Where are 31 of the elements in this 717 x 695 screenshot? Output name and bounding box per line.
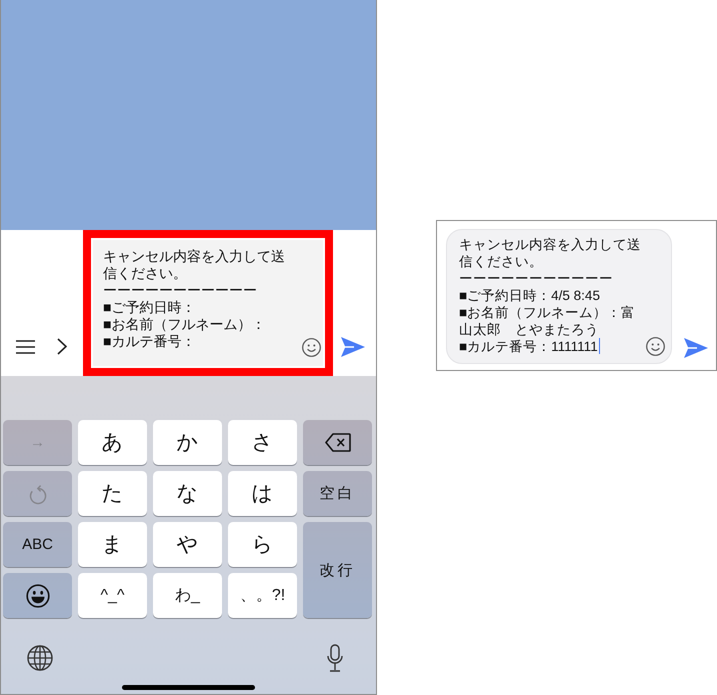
message-field[interactable]: キャンセル内容を入力して送信ください。 ーーーーーーーーーーー ■ご予約日時：4/5 8:45 ■お名前（フルネーム）：富山太郎 とやまたろう ■カルテ番号：1111111 bbox=[446, 229, 672, 364]
keyboard-key[interactable]: さ bbox=[228, 420, 297, 465]
menu-icon[interactable] bbox=[16, 340, 35, 354]
backspace-icon bbox=[324, 433, 350, 452]
home-indicator-icon bbox=[122, 685, 255, 690]
keyboard-key[interactable]: か bbox=[153, 420, 222, 465]
keyboard-key[interactable]: な bbox=[153, 471, 222, 516]
keyboard-key[interactable]: あ bbox=[78, 420, 147, 465]
keyboard-key[interactable]: わ_ bbox=[153, 573, 222, 618]
keyboard-key[interactable]: や bbox=[153, 522, 222, 567]
send-icon[interactable] bbox=[341, 337, 365, 357]
globe-icon[interactable] bbox=[27, 645, 53, 671]
smiley-icon[interactable] bbox=[646, 337, 665, 356]
smiley-icon[interactable] bbox=[302, 338, 321, 357]
message-field[interactable]: キャンセル内容を入力して送信ください。 ーーーーーーーーーーー ■ご予約日時： ■お名前（フルネーム）： ■カルテ番号： bbox=[93, 240, 323, 366]
keyboard-key[interactable]: 、。?! bbox=[228, 573, 297, 618]
keyboard-key[interactable] bbox=[303, 420, 372, 465]
send-icon[interactable] bbox=[684, 338, 708, 358]
keyboard-key[interactable]: 改行 bbox=[303, 522, 372, 618]
keyboard-key[interactable] bbox=[3, 573, 72, 618]
smiley-icon bbox=[26, 584, 50, 608]
undo-icon bbox=[28, 482, 48, 504]
microphone-icon[interactable] bbox=[327, 644, 343, 672]
keyboard-key[interactable]: ^_^ bbox=[78, 573, 147, 618]
keyboard-key[interactable]: ま bbox=[78, 522, 147, 567]
keyboard-key[interactable]: 空白 bbox=[303, 471, 372, 516]
chevron-icon[interactable] bbox=[57, 338, 67, 355]
keyboard-key[interactable]: ABC bbox=[3, 522, 72, 567]
keyboard-key[interactable]: た bbox=[78, 471, 147, 516]
keyboard-key[interactable]: は bbox=[228, 471, 297, 516]
keyboard-key[interactable]: ら bbox=[228, 522, 297, 567]
